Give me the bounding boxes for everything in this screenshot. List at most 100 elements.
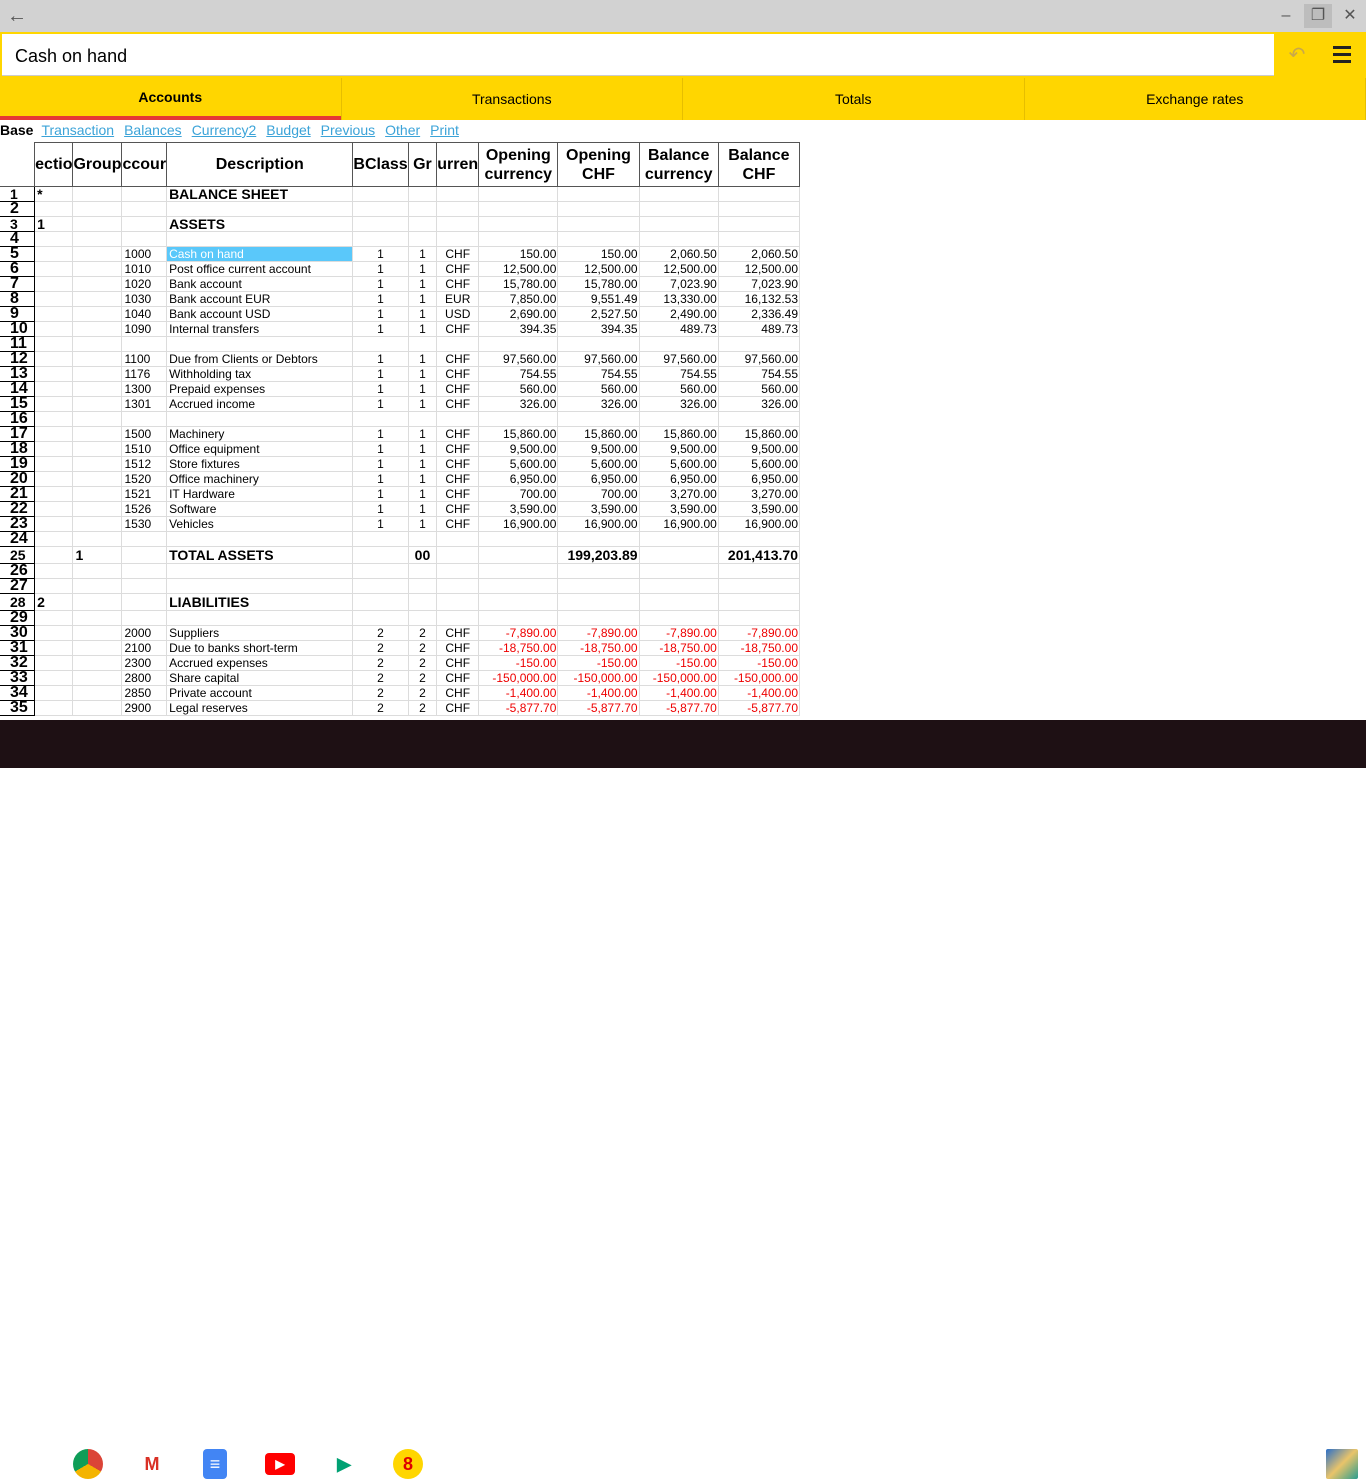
table-row[interactable]: 141300Prepaid expenses11CHF560.00560.005… — [0, 382, 800, 397]
table-row[interactable]: 131176Withholding tax11CHF754.55754.5575… — [0, 367, 800, 382]
table-row[interactable]: 51000Cash on hand11CHF150.00150.002,060.… — [0, 247, 800, 262]
table-row[interactable]: 251TOTAL ASSETS00199,203.89201,413.70 — [0, 547, 800, 564]
section-cell[interactable] — [35, 502, 73, 517]
gr-cell[interactable]: 1 — [408, 517, 437, 532]
balance-currency-cell[interactable] — [639, 187, 718, 202]
description-cell[interactable]: Legal reserves — [167, 701, 353, 716]
tab-transactions[interactable]: Transactions — [342, 78, 684, 120]
balance-chf-cell[interactable]: 15,860.00 — [718, 427, 799, 442]
description-cell[interactable] — [167, 337, 353, 352]
bclass-cell[interactable]: 1 — [353, 472, 408, 487]
table-row[interactable]: 322300Accrued expenses22CHF-150.00-150.0… — [0, 656, 800, 671]
section-cell[interactable] — [35, 671, 73, 686]
table-row[interactable]: 31ASSETS — [0, 217, 800, 232]
balance-chf-cell[interactable]: 5,600.00 — [718, 457, 799, 472]
currency-cell[interactable] — [437, 337, 479, 352]
currency-cell[interactable] — [437, 579, 479, 594]
opening-currency-cell[interactable]: 97,560.00 — [479, 352, 558, 367]
bclass-cell[interactable] — [353, 564, 408, 579]
balance-chf-cell[interactable]: 2,060.50 — [718, 247, 799, 262]
launcher-icon[interactable] — [17, 1457, 31, 1471]
gr-cell[interactable] — [408, 202, 437, 217]
table-row[interactable]: 342850Private account22CHF-1,400.00-1,40… — [0, 686, 800, 701]
group-cell[interactable] — [73, 322, 122, 337]
row-number[interactable]: 29 — [0, 611, 35, 626]
balance-currency-cell[interactable]: 9,500.00 — [639, 442, 718, 457]
view-tab-currency2[interactable]: Currency2 — [192, 122, 257, 138]
account-cell[interactable]: 1526 — [122, 502, 167, 517]
currency-cell[interactable]: CHF — [437, 427, 479, 442]
opening-chf-cell[interactable]: 15,860.00 — [558, 427, 639, 442]
group-cell[interactable] — [73, 517, 122, 532]
row-number[interactable]: 19 — [0, 457, 35, 472]
account-cell[interactable] — [122, 217, 167, 232]
group-cell[interactable] — [73, 397, 122, 412]
col-header-section[interactable]: ectio — [35, 143, 73, 187]
section-cell[interactable] — [35, 427, 73, 442]
section-cell[interactable] — [35, 397, 73, 412]
table-row[interactable]: 121100Due from Clients or Debtors11CHF97… — [0, 352, 800, 367]
gr-cell[interactable] — [408, 232, 437, 247]
balance-chf-cell[interactable]: 3,270.00 — [718, 487, 799, 502]
close-icon[interactable]: ✕ — [1336, 4, 1364, 28]
col-header-bclass[interactable]: BClass — [353, 143, 408, 187]
row-number[interactable]: 33 — [0, 671, 35, 686]
opening-chf-cell[interactable] — [558, 187, 639, 202]
row-number[interactable]: 4 — [0, 232, 35, 247]
row-number[interactable]: 5 — [0, 247, 35, 262]
opening-currency-cell[interactable]: -7,890.00 — [479, 626, 558, 641]
balance-chf-cell[interactable]: 12,500.00 — [718, 262, 799, 277]
gr-cell[interactable] — [408, 564, 437, 579]
balance-chf-cell[interactable] — [718, 579, 799, 594]
description-cell[interactable]: Office machinery — [167, 472, 353, 487]
balance-chf-cell[interactable]: 754.55 — [718, 367, 799, 382]
balance-currency-cell[interactable]: -7,890.00 — [639, 626, 718, 641]
table-row[interactable]: 4 — [0, 232, 800, 247]
account-cell[interactable]: 1521 — [122, 487, 167, 502]
opening-currency-cell[interactable] — [479, 564, 558, 579]
opening-chf-cell[interactable]: 16,900.00 — [558, 517, 639, 532]
table-row[interactable]: 181510Office equipment11CHF9,500.009,500… — [0, 442, 800, 457]
tab-exchange-rates[interactable]: Exchange rates — [1025, 78, 1366, 120]
section-cell[interactable] — [35, 307, 73, 322]
balance-currency-cell[interactable]: 754.55 — [639, 367, 718, 382]
section-cell[interactable] — [35, 532, 73, 547]
account-cell[interactable] — [122, 579, 167, 594]
section-cell[interactable] — [35, 487, 73, 502]
bclass-cell[interactable]: 2 — [353, 656, 408, 671]
currency-cell[interactable]: CHF — [437, 442, 479, 457]
group-cell[interactable] — [73, 412, 122, 427]
description-cell[interactable]: Suppliers — [167, 626, 353, 641]
gr-cell[interactable]: 1 — [408, 367, 437, 382]
description-cell[interactable]: Bank account — [167, 277, 353, 292]
opening-currency-cell[interactable]: 5,600.00 — [479, 457, 558, 472]
table-row[interactable]: 71020Bank account11CHF15,780.0015,780.00… — [0, 277, 800, 292]
section-cell[interactable] — [35, 232, 73, 247]
currency-cell[interactable] — [437, 532, 479, 547]
currency-cell[interactable] — [437, 187, 479, 202]
section-cell[interactable] — [35, 337, 73, 352]
opening-currency-cell[interactable]: 754.55 — [479, 367, 558, 382]
balance-currency-cell[interactable]: 15,860.00 — [639, 427, 718, 442]
opening-chf-cell[interactable]: -150,000.00 — [558, 671, 639, 686]
table-row[interactable]: 26 — [0, 564, 800, 579]
bclass-cell[interactable]: 1 — [353, 442, 408, 457]
avatar[interactable] — [1326, 1449, 1358, 1479]
opening-currency-cell[interactable]: 15,860.00 — [479, 427, 558, 442]
opening-currency-cell[interactable]: 16,900.00 — [479, 517, 558, 532]
gr-cell[interactable] — [408, 187, 437, 202]
balance-chf-cell[interactable] — [718, 187, 799, 202]
opening-currency-cell[interactable]: 394.35 — [479, 322, 558, 337]
bclass-cell[interactable]: 1 — [353, 367, 408, 382]
balance-chf-cell[interactable] — [718, 232, 799, 247]
gmail-icon[interactable]: M — [137, 1449, 167, 1479]
section-cell[interactable] — [35, 277, 73, 292]
opening-chf-cell[interactable]: 2,527.50 — [558, 307, 639, 322]
gr-cell[interactable]: 1 — [408, 352, 437, 367]
group-cell[interactable] — [73, 611, 122, 626]
opening-chf-cell[interactable]: 394.35 — [558, 322, 639, 337]
opening-chf-cell[interactable] — [558, 594, 639, 611]
currency-cell[interactable]: EUR — [437, 292, 479, 307]
description-cell[interactable]: ASSETS — [167, 217, 353, 232]
row-number[interactable]: 34 — [0, 686, 35, 701]
